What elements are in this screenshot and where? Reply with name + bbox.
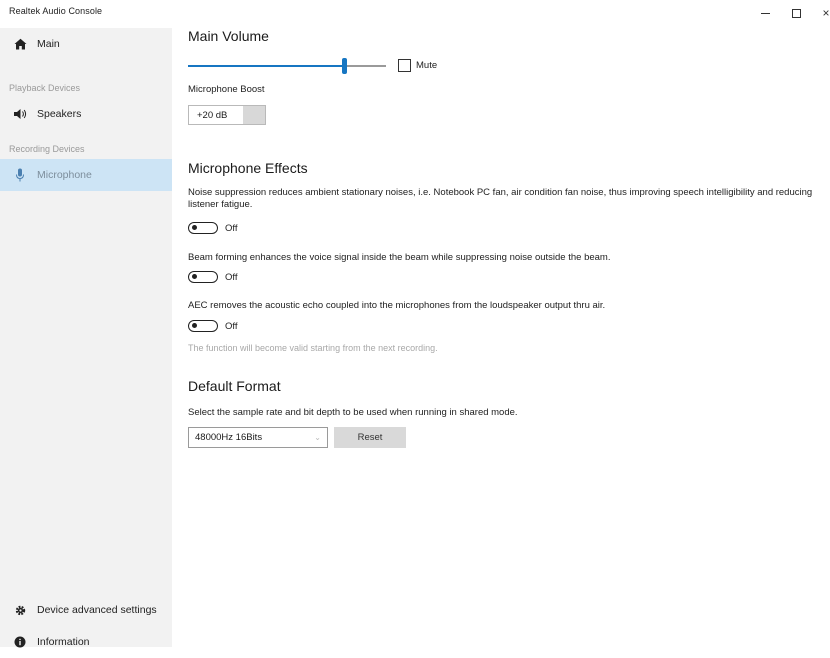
boost-slider-area[interactable] [243,106,265,124]
main-volume-slider[interactable] [188,58,386,74]
beam-forming-description: Beam forming enhances the voice signal i… [188,252,611,263]
sidebar-item-device-advanced-settings[interactable]: Device advanced settings [0,594,172,626]
microphone-icon [13,168,27,182]
toggle-state-label: Off [225,222,238,234]
toggle-state-label: Off [225,320,238,332]
mute-checkbox[interactable]: Mute [398,59,437,72]
sample-format-dropdown[interactable]: 48000Hz 16Bits ⌄ [188,427,328,448]
sidebar-item-label: Information [37,636,90,648]
checkbox-box[interactable] [398,59,411,72]
default-format-title: Default Format [188,378,281,394]
main-content: Main Volume Mute Microphone Boost +20 dB… [172,0,830,647]
sidebar-item-speakers[interactable]: Speakers [0,98,172,130]
reset-button[interactable]: Reset [334,427,406,448]
microphone-boost-control[interactable]: +20 dB [188,105,266,125]
boost-value: +20 dB [197,109,228,121]
aec-toggle[interactable]: Off [188,320,238,332]
playback-devices-header: Playback Devices [9,83,81,93]
microphone-effects-title: Microphone Effects [188,160,308,176]
toggle-state-label: Off [225,271,238,283]
slider-thumb[interactable] [342,58,347,74]
sidebar-item-main[interactable]: Main [0,28,172,60]
sidebar-item-label: Device advanced settings [37,604,157,616]
sidebar: Main Playback Devices Speakers Recording… [0,28,172,648]
recording-devices-header: Recording Devices [9,144,85,154]
mute-label: Mute [416,60,438,71]
noise-suppression-toggle[interactable]: Off [188,222,238,234]
slider-fill [188,65,344,67]
home-icon [13,37,27,51]
app-title: Realtek Audio Console [9,6,103,16]
noise-suppression-description: Noise suppression reduces ambient statio… [188,187,813,210]
sidebar-item-label: Microphone [37,169,92,181]
sidebar-item-label: Main [37,38,60,50]
sidebar-item-microphone[interactable]: Microphone [0,159,172,191]
gear-icon [13,603,27,617]
chevron-down-icon: ⌄ [314,433,321,442]
toggle-switch[interactable] [188,271,218,283]
toggle-switch[interactable] [188,320,218,332]
main-volume-title: Main Volume [188,28,269,44]
sidebar-item-information[interactable]: Information [0,626,172,658]
effects-note: The function will become valid starting … [188,343,438,353]
beam-forming-toggle[interactable]: Off [188,271,238,283]
sidebar-item-label: Speakers [37,108,82,120]
default-format-description: Select the sample rate and bit depth to … [188,407,518,418]
microphone-boost-label: Microphone Boost [188,84,265,95]
toggle-switch[interactable] [188,222,218,234]
aec-description: AEC removes the acoustic echo coupled in… [188,300,606,311]
dropdown-value: 48000Hz 16Bits [195,432,263,443]
speaker-icon [13,107,27,121]
